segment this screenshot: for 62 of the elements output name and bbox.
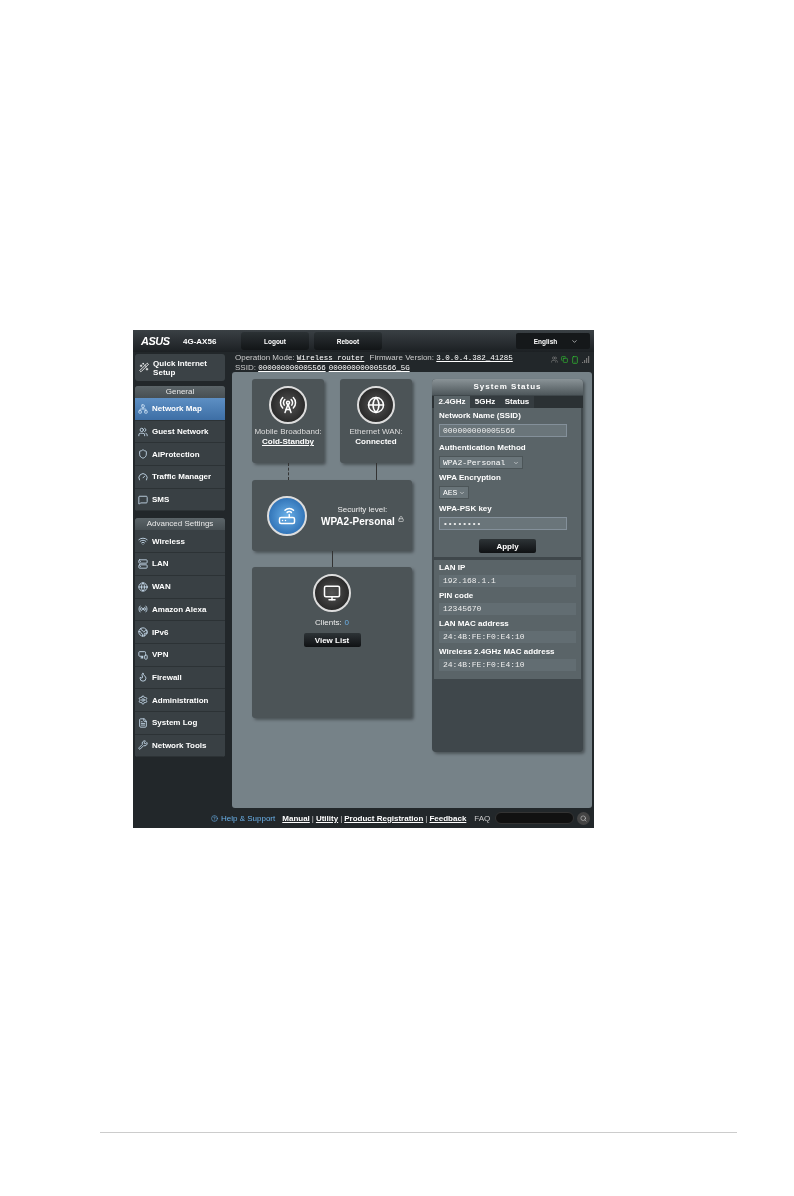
footer-link[interactable]: Feedback xyxy=(429,813,467,823)
panel-title: System Status xyxy=(432,379,583,395)
separator: | xyxy=(425,813,428,823)
field-value: 192.168.1.1 xyxy=(439,575,576,587)
field-value: 24:4B:FE:F0:E4:10 xyxy=(439,631,576,643)
band-tab[interactable]: 5GHz xyxy=(470,396,500,408)
section-title: General xyxy=(135,386,225,398)
sidebar-item[interactable]: Traffic Manager xyxy=(135,466,225,489)
security-card[interactable]: Security level: WPA2-Personal xyxy=(252,480,412,551)
field-label: LAN MAC address xyxy=(439,619,510,628)
field-label: LAN IP xyxy=(439,563,467,572)
card-label: Ethernet WAN: xyxy=(349,427,403,436)
clients-count: Clients: 0 xyxy=(314,618,350,627)
ssid-field[interactable]: 000000000005566 xyxy=(439,424,567,437)
band-tab[interactable]: 2.4GHz xyxy=(434,396,470,408)
field-label: Wireless 2.4GHz MAC address xyxy=(439,647,556,656)
sidebar-item[interactable]: WAN xyxy=(135,575,225,599)
sidebar-item[interactable]: Amazon Alexa xyxy=(135,598,225,622)
sidebar-item[interactable]: Firewall xyxy=(135,666,225,690)
ethernet-wan-card[interactable]: Ethernet WAN: Connected xyxy=(340,379,412,463)
sidebar-item[interactable]: VPN xyxy=(135,643,225,667)
auth-method-select[interactable]: WPA2-Personal xyxy=(439,456,523,469)
sidebar-item[interactable]: System Log xyxy=(135,711,225,735)
footer-link[interactable]: Product Registration xyxy=(344,813,424,823)
sidebar-item[interactable]: Guest Network xyxy=(135,420,225,444)
sidebar-item[interactable]: Administration xyxy=(135,689,225,712)
sidebar-item[interactable]: IPv6 xyxy=(135,621,225,644)
field-label: Authentication Method xyxy=(439,443,527,452)
quick-setup-link[interactable]: Quick Internet Setup xyxy=(135,354,225,381)
model-name: 4G-AX56 xyxy=(183,336,218,346)
separator: | xyxy=(340,813,343,823)
card-status: Connected xyxy=(355,437,397,446)
card-label: Mobile Broadband: xyxy=(254,427,322,436)
sidebar-item[interactable]: SMS xyxy=(135,488,225,512)
footer-link[interactable]: Manual xyxy=(282,813,310,823)
field-value: 12345670 xyxy=(439,603,576,615)
card-status: Cold-Standby xyxy=(262,437,314,446)
field-label: WPA-PSK key xyxy=(439,504,493,513)
security-value: WPA2-Personal xyxy=(321,515,395,527)
brand-logo: ASUS xyxy=(141,335,171,347)
apply-button[interactable]: Apply xyxy=(479,539,536,553)
sidebar-item[interactable]: LAN xyxy=(135,553,225,576)
encryption-select[interactable]: AES xyxy=(439,486,469,499)
security-label: Security level: xyxy=(336,504,389,514)
mobile-broadband-card[interactable]: Mobile Broadband: Cold-Standby xyxy=(252,379,324,463)
field-label: WPA Encryption xyxy=(439,473,502,482)
band-tab[interactable]: Status xyxy=(500,396,534,408)
section-title: Advanced Settings xyxy=(135,518,225,531)
sidebar-item[interactable]: Network Map xyxy=(135,398,225,421)
sidebar-item[interactable]: Wireless xyxy=(135,530,225,554)
footer-link[interactable]: Utility xyxy=(315,813,339,823)
view-list-button[interactable]: View List xyxy=(303,633,361,647)
help-link[interactable]: Help & Support xyxy=(211,813,276,823)
faq-label: FAQ xyxy=(473,813,491,823)
separator: | xyxy=(311,813,314,823)
field-label: PIN code xyxy=(439,591,475,600)
sidebar-item[interactable]: Network Tools xyxy=(135,734,225,758)
field-label: Network Name (SSID) xyxy=(439,411,522,420)
field-value: 24:4B:FE:F0:E4:10 xyxy=(439,659,576,671)
psk-field[interactable]: •••••••• xyxy=(439,517,567,530)
clients-card[interactable]: Clients: 0 View List xyxy=(252,567,412,718)
sidebar-item[interactable]: AiProtection xyxy=(135,443,225,467)
